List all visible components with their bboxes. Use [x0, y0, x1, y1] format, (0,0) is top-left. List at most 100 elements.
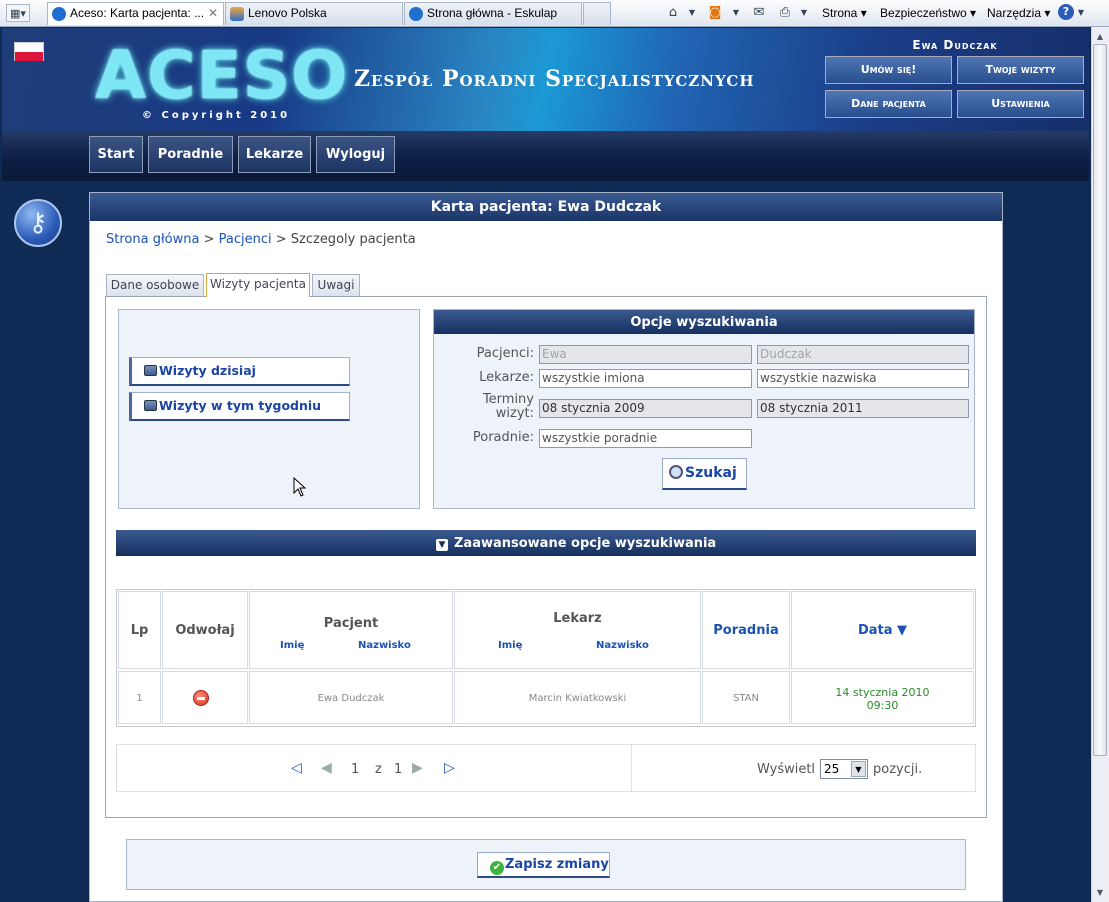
scroll-up-arrow[interactable]: ▲	[1092, 29, 1108, 44]
tab-patient-visits[interactable]: Wizyty pacjenta	[206, 273, 310, 297]
doctor-last-name-field[interactable]: wszystkie nazwiska	[757, 369, 969, 388]
sort-doctor-last[interactable]: Nazwisko	[596, 640, 649, 651]
breadcrumb: Strona główna > Pacjenci > Szczegoly pac…	[106, 232, 416, 247]
col-header-doctor: Lekarz Imię Nazwisko	[454, 591, 701, 669]
page-menu[interactable]: Strona ▾	[822, 3, 867, 23]
next-page-icon[interactable]: ▶	[412, 760, 423, 776]
col-header-cancel: Odwołaj	[162, 591, 248, 669]
mail-icon[interactable]: ✉	[750, 4, 768, 22]
tools-menu[interactable]: Narzędzia ▾	[987, 3, 1050, 23]
items-label: pozycji.	[873, 762, 923, 777]
patient-first-name-field[interactable]: Ewa	[539, 345, 752, 364]
nav-start[interactable]: Start	[89, 136, 143, 173]
cell-clinic: STAN	[702, 671, 790, 724]
col-header-date[interactable]: Data ▼	[791, 591, 974, 669]
patient-data-button[interactable]: Dane pacjenta	[825, 90, 952, 118]
mouse-cursor-icon	[293, 477, 307, 497]
breadcrumb-patients[interactable]: Pacjenci	[219, 232, 272, 247]
chevron-down-icon: ▼	[851, 761, 866, 777]
ie-icon	[52, 7, 66, 21]
rss-icon[interactable]: ◙	[706, 4, 724, 22]
help-icon[interactable]: ?	[1058, 4, 1074, 20]
new-tab-button[interactable]	[583, 2, 611, 25]
patient-last-name-field[interactable]: Dudczak	[757, 345, 969, 364]
nav-doctors[interactable]: Lekarze	[238, 136, 311, 173]
visits-today-button[interactable]: Wizyty dzisiaj	[129, 357, 350, 386]
last-page-icon[interactable]: ▷	[444, 760, 455, 776]
security-menu-label: Bezpieczeństwo	[880, 6, 967, 20]
breadcrumb-home[interactable]: Strona główna	[106, 232, 199, 247]
save-changes-button[interactable]: ✔ Zapisz zmiany	[477, 852, 610, 878]
browser-tab[interactable]: Lenovo Polska	[225, 2, 403, 25]
book-visit-button[interactable]: Umów się!	[825, 56, 952, 84]
chevron-down-icon: ▼	[436, 539, 448, 551]
calendar-icon	[144, 400, 157, 411]
settings-button[interactable]: Ustawienia	[957, 90, 1084, 118]
doctor-first-name-field[interactable]: wszystkie imiona	[539, 369, 752, 388]
visits-this-week-button[interactable]: Wizyty w tym tygodniu	[129, 392, 350, 421]
current-page[interactable]: 1	[351, 762, 359, 777]
visit-dates-label-line2: wizyt:	[495, 406, 534, 421]
close-icon[interactable]: ✕	[208, 3, 218, 24]
sort-doctor-first[interactable]: Imię	[498, 640, 522, 651]
chevron-down-icon[interactable]: ▼	[686, 4, 698, 22]
nav-clinics[interactable]: Poradnie	[148, 136, 233, 173]
nav-logout[interactable]: Wyloguj	[316, 136, 395, 173]
breadcrumb-current: Szczegoly pacjenta	[290, 232, 416, 247]
col-header-clinic[interactable]: Poradnia	[702, 591, 790, 669]
prev-page-icon[interactable]: ◀	[321, 760, 332, 776]
key-icon[interactable]: ⚷	[14, 199, 62, 247]
page-title: Karta pacjenta: Ewa Dudczak	[90, 193, 1002, 221]
chevron-down-icon[interactable]: ▼	[1076, 4, 1086, 22]
search-options-title: Opcje wyszukiwania	[434, 310, 974, 334]
visits-today-label: Wizyty dzisiaj	[159, 363, 256, 378]
quick-tabs-icon[interactable]: ▦▾	[6, 4, 30, 22]
tab-notes[interactable]: Uwagi	[312, 274, 360, 296]
save-changes-label: Zapisz zmiany	[505, 857, 609, 872]
cell-lp: 1	[118, 671, 161, 724]
browser-tab-active[interactable]: Aceso: Karta pacjenta: ... ✕	[47, 2, 224, 25]
scroll-down-arrow[interactable]: ▼	[1092, 885, 1108, 900]
date-to-field[interactable]: 08 stycznia 2011	[757, 399, 969, 418]
chevron-down-icon[interactable]: ▼	[730, 4, 742, 22]
visit-time: 09:30	[866, 699, 899, 712]
tab-label: Lenovo Polska	[248, 6, 327, 20]
tools-menu-label: Narzędzia	[987, 6, 1042, 20]
visit-dates-label: Terminy wizyt:	[434, 393, 534, 421]
search-icon	[669, 465, 683, 479]
my-visits-button[interactable]: Twoje wizyty	[957, 56, 1084, 84]
user-name: Ewa Dudczak	[912, 38, 998, 52]
clinic-name: Zespół Poradni Specjalistycznych	[354, 66, 755, 92]
clinics-label: Poradnie:	[472, 430, 534, 445]
patients-label: Pacjenci:	[476, 346, 534, 361]
security-menu[interactable]: Bezpieczeństwo ▾	[880, 3, 976, 23]
advanced-search-toggle[interactable]: ▼ Zaawansowane opcje wyszukiwania	[116, 530, 976, 556]
visits-this-week-label: Wizyty w tym tygodniu	[159, 398, 322, 413]
col-header-lp: Lp	[118, 591, 161, 669]
home-icon[interactable]: ⌂	[664, 4, 682, 22]
pager-of: z	[375, 762, 382, 777]
tab-label: Aceso: Karta pacjenta: ...	[70, 6, 205, 20]
sort-patient-first[interactable]: Imię	[280, 640, 304, 651]
per-page-select[interactable]: 25 ▼	[820, 759, 868, 779]
tab-personal-data[interactable]: Dane osobowe	[106, 274, 204, 296]
polish-flag-icon[interactable]	[14, 42, 44, 61]
copyright: © Copyright 2010	[142, 110, 291, 121]
per-page-value: 25	[824, 762, 840, 776]
chevron-down-icon[interactable]: ▼	[798, 4, 810, 22]
print-icon[interactable]: ⎙	[776, 4, 794, 22]
site-logo[interactable]: ACESO	[95, 36, 348, 116]
calendar-icon	[144, 365, 157, 376]
first-page-icon[interactable]: ◁	[291, 760, 302, 776]
browser-tab[interactable]: Strona główna - Eskulap	[404, 2, 582, 25]
clinic-field[interactable]: wszystkie poradnie	[539, 429, 752, 448]
search-button[interactable]: Szukaj	[662, 458, 747, 490]
visit-dates-label-line1: Terminy	[482, 392, 534, 407]
sort-patient-last[interactable]: Nazwisko	[358, 640, 411, 651]
pager-divider	[631, 745, 632, 791]
lenovo-icon	[230, 7, 244, 21]
scrollbar-thumb[interactable]	[1093, 44, 1107, 756]
date-from-field[interactable]: 08 stycznia 2009	[539, 399, 752, 418]
cancel-visit-icon[interactable]	[193, 690, 209, 706]
col-header-patient: Pacjent Imię Nazwisko	[249, 591, 453, 669]
